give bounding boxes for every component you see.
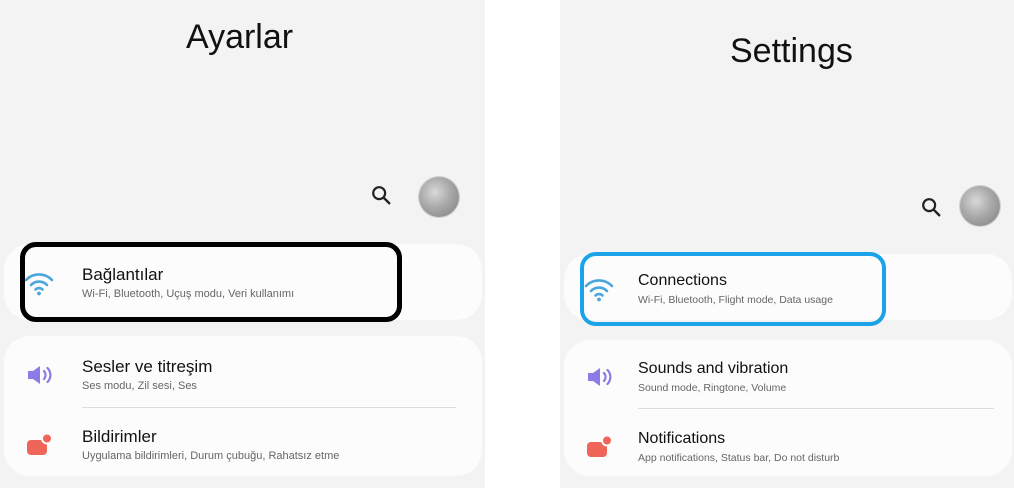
search-icon[interactable]: [920, 196, 942, 218]
notifications-title: Notifications: [638, 430, 726, 447]
volume-icon: [28, 366, 52, 384]
notifications-subtitle: App notifications, Status bar, Do not di…: [638, 452, 840, 464]
page-title: Settings: [730, 32, 853, 70]
notifications-item[interactable]: Notifications App notifications, Status …: [564, 422, 1012, 472]
notifications-subtitle: Uygulama bildirimleri, Durum çubuğu, Rah…: [82, 450, 340, 462]
sounds-notifications-card: Sounds and vibration Sound mode, Rington…: [564, 340, 1012, 476]
page-title: Ayarlar: [186, 18, 294, 56]
sounds-subtitle: Sound mode, Ringtone, Volume: [638, 382, 787, 394]
notifications-item[interactable]: Bildirimler Uygulama bildirimleri, Durum…: [4, 420, 482, 470]
sounds-item[interactable]: Sesler ve titreşim Ses modu, Zil sesi, S…: [4, 350, 482, 400]
volume-icon: [588, 368, 612, 386]
avatar[interactable]: [419, 177, 459, 217]
notifications-title: Bildirimler: [82, 427, 157, 446]
sounds-subtitle: Ses modu, Zil sesi, Ses: [82, 380, 197, 392]
notification-icon: [27, 432, 53, 455]
divider: [638, 408, 994, 409]
sounds-notifications-card: Sesler ve titreşim Ses modu, Zil sesi, S…: [4, 336, 482, 476]
sounds-title: Sesler ve titreşim: [82, 357, 213, 376]
divider: [82, 407, 456, 408]
search-icon[interactable]: [370, 184, 392, 206]
notification-icon: [587, 434, 613, 457]
sounds-title: Sounds and vibration: [638, 360, 789, 377]
settings-panel-english: Settings Connections Wi-Fi, Bluetooth, F…: [560, 0, 1014, 488]
connections-highlight-box: [20, 242, 402, 322]
sounds-item[interactable]: Sounds and vibration Sound mode, Rington…: [564, 352, 1012, 402]
connections-highlight-box: [580, 252, 886, 326]
avatar[interactable]: [960, 186, 1000, 226]
